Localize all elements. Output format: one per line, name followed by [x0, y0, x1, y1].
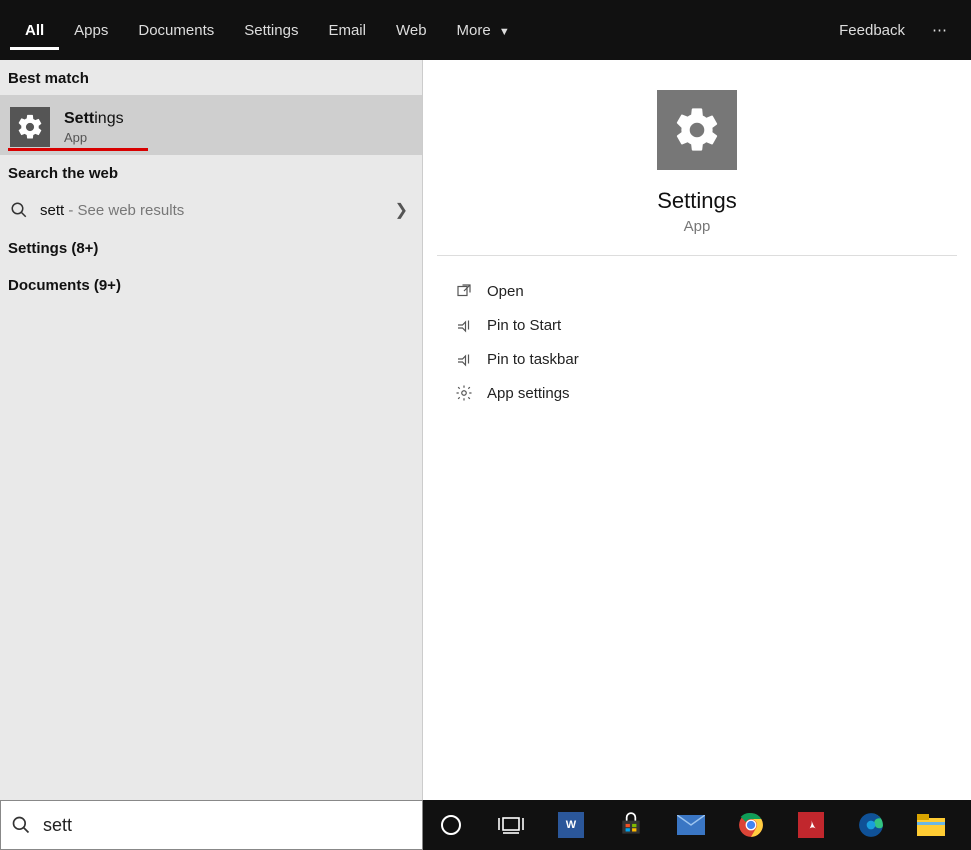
- best-match-subtitle: App: [64, 130, 124, 145]
- cortana-icon[interactable]: [431, 805, 471, 845]
- group-settings[interactable]: Settings (8+): [0, 230, 422, 267]
- acrobat-icon[interactable]: [791, 805, 831, 845]
- task-view-icon[interactable]: [491, 805, 531, 845]
- chevron-right-icon: ❯: [395, 200, 414, 220]
- file-explorer-icon[interactable]: [911, 805, 951, 845]
- action-open-label: Open: [487, 283, 524, 300]
- tab-email[interactable]: Email: [313, 14, 381, 47]
- action-app-settings[interactable]: App settings: [437, 376, 957, 410]
- best-match-result[interactable]: Settings App: [0, 95, 422, 155]
- tab-all[interactable]: All: [10, 14, 59, 50]
- options-menu-button[interactable]: ⋯: [920, 13, 961, 47]
- search-filter-tabs: All Apps Documents Settings Email Web Mo…: [0, 0, 971, 60]
- tab-more[interactable]: More ▼: [442, 14, 525, 47]
- preview-panel: Settings App Open Pin to Start Pin to: [423, 60, 971, 800]
- gear-icon: [451, 384, 477, 402]
- pin-icon: [451, 350, 477, 368]
- annotation-underline: [8, 148, 148, 151]
- web-search-result[interactable]: sett - See web results ❯: [0, 190, 422, 230]
- action-app-settings-label: App settings: [487, 385, 570, 402]
- gear-icon: [10, 107, 50, 147]
- search-web-heading: Search the web: [0, 155, 422, 190]
- action-pin-taskbar-label: Pin to taskbar: [487, 351, 579, 368]
- store-icon[interactable]: [611, 805, 651, 845]
- search-icon: [11, 815, 31, 835]
- edge-icon[interactable]: [851, 805, 891, 845]
- chrome-icon[interactable]: [731, 805, 771, 845]
- feedback-link[interactable]: Feedback: [824, 14, 920, 47]
- tab-settings[interactable]: Settings: [229, 14, 313, 47]
- chevron-down-icon: ▼: [499, 26, 510, 38]
- tab-apps[interactable]: Apps: [59, 14, 123, 47]
- group-documents[interactable]: Documents (9+): [0, 267, 422, 304]
- search-input[interactable]: [43, 815, 412, 836]
- preview-subtitle: App: [684, 218, 711, 235]
- action-pin-start[interactable]: Pin to Start: [437, 308, 957, 342]
- taskbar: W: [423, 800, 971, 850]
- preview-title: Settings: [657, 188, 737, 214]
- tab-documents[interactable]: Documents: [123, 14, 229, 47]
- open-icon: [451, 282, 477, 300]
- best-match-title: Settings: [64, 110, 124, 128]
- results-panel: Best match Settings App Search the web s…: [0, 60, 423, 800]
- search-icon: [8, 201, 30, 219]
- mail-icon[interactable]: [671, 805, 711, 845]
- search-box[interactable]: [0, 800, 423, 850]
- tab-more-label: More: [457, 22, 491, 39]
- action-open[interactable]: Open: [437, 274, 957, 308]
- pin-icon: [451, 316, 477, 334]
- tab-web[interactable]: Web: [381, 14, 442, 47]
- web-result-text: sett - See web results: [40, 202, 395, 219]
- gear-icon: [657, 90, 737, 170]
- action-pin-start-label: Pin to Start: [487, 317, 561, 334]
- best-match-heading: Best match: [0, 60, 422, 95]
- word-icon[interactable]: W: [551, 805, 591, 845]
- action-pin-taskbar[interactable]: Pin to taskbar: [437, 342, 957, 376]
